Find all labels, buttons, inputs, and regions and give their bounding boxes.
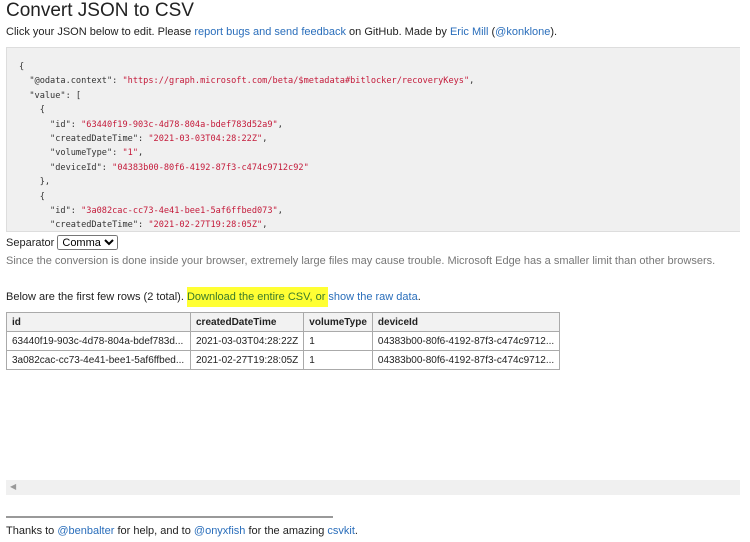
json-line: "createdDateTime": "2021-03-03T04:28:22Z… <box>19 134 268 145</box>
table-cell: 04383b00-80f6-4192-87f3-c474c9712... <box>371 350 561 370</box>
benbalter-link[interactable]: @benbalter <box>57 525 114 537</box>
column-header: id <box>6 312 191 332</box>
json-line: "id": "3a082cac-cc73-4e41-bee1-5af6ffbed… <box>19 206 283 217</box>
json-line: "createdDateTime": "2021-02-27T19:28:05Z… <box>19 220 268 231</box>
column-header: createdDateTime <box>189 312 305 332</box>
json-line: { <box>19 191 45 202</box>
scroll-left-arrow-icon[interactable]: ◀ <box>10 482 16 491</box>
footer-divider <box>6 516 333 518</box>
json-line: }, <box>19 177 51 188</box>
json-line: { <box>19 105 45 116</box>
horizontal-scrollbar[interactable]: ◀ <box>6 480 740 495</box>
table-cell: 2021-03-03T04:28:22Z <box>189 331 305 351</box>
json-editor[interactable]: { "@odata.context": "https://graph.micro… <box>6 47 740 232</box>
footer-text-3: for the amazing <box>245 525 328 537</box>
onyxfish-link[interactable]: @onyxfish <box>194 525 246 537</box>
json-line: { <box>19 62 25 72</box>
table-cell: 63440f19-903c-4d78-804a-bdef783d... <box>6 331 191 351</box>
table-cell: 3a082cac-cc73-4e41-bee1-5af6ffbed... <box>6 350 191 370</box>
page-title: Convert JSON to CSV <box>6 0 194 21</box>
json-line: "volumeType": "1", <box>19 148 144 159</box>
table-header-row: id createdDateTime volumeType deviceId <box>6 312 561 332</box>
show-raw-data-link[interactable]: show the raw data <box>328 291 417 303</box>
twitter-link[interactable]: @konklone <box>495 26 550 38</box>
table-row: 63440f19-903c-4d78-804a-bdef783d... 2021-… <box>6 331 561 351</box>
browser-note: Since the conversion is done inside your… <box>6 255 716 267</box>
table-row: 3a082cac-cc73-4e41-bee1-5af6ffbed... 2021… <box>6 350 561 370</box>
csvkit-link[interactable]: csvkit <box>327 525 355 537</box>
column-header: volumeType <box>303 312 373 332</box>
rows-summary: Below are the first few rows (2 total). … <box>6 287 421 307</box>
footer-credits: Thanks to @benbalter for help, and to @o… <box>6 525 358 537</box>
intro-text-4: ). <box>550 26 558 38</box>
rows-summary-or: , or <box>309 291 329 303</box>
json-line: "id": "63440f19-903c-4d78-804a-bdef783d5… <box>19 119 283 130</box>
rows-summary-text: Below are the first few rows (2 total). <box>6 291 187 303</box>
json-line: "deviceId": "04383b00-80f6-4192-87f3-c47… <box>19 162 309 173</box>
table-cell: 04383b00-80f6-4192-87f3-c474c9712... <box>371 331 561 351</box>
author-link[interactable]: Eric Mill <box>450 26 489 38</box>
footer-text-2: for help, and to <box>114 525 194 537</box>
separator-row: Separator Comma <box>6 235 119 250</box>
json-code[interactable]: { "@odata.context": "https://graph.micro… <box>7 48 740 231</box>
intro-text: Click your JSON below to edit. Please re… <box>6 26 557 38</box>
separator-select[interactable]: Comma <box>57 235 119 250</box>
json-line: "@odata.context": "https://graph.microso… <box>19 76 475 87</box>
separator-label: Separator <box>6 237 55 249</box>
table-cell: 1 <box>303 331 373 351</box>
intro-text-2: on GitHub. Made by <box>345 26 450 38</box>
intro-text-1: Click your JSON below to edit. Please <box>6 26 195 38</box>
download-csv-link[interactable]: Download the entire CSV <box>187 291 310 303</box>
table-cell: 2021-02-27T19:28:05Z <box>189 350 305 370</box>
footer-text-4: . <box>354 525 358 537</box>
table-cell: 1 <box>303 350 373 370</box>
json-line: "value": [ <box>19 90 82 101</box>
rows-summary-end: . <box>417 291 421 303</box>
csv-preview-table: id createdDateTime volumeType deviceId 6… <box>6 312 561 370</box>
column-header: deviceId <box>371 312 561 332</box>
footer-text-1: Thanks to <box>6 525 58 537</box>
report-bugs-link[interactable]: report bugs and send feedback <box>194 26 346 38</box>
